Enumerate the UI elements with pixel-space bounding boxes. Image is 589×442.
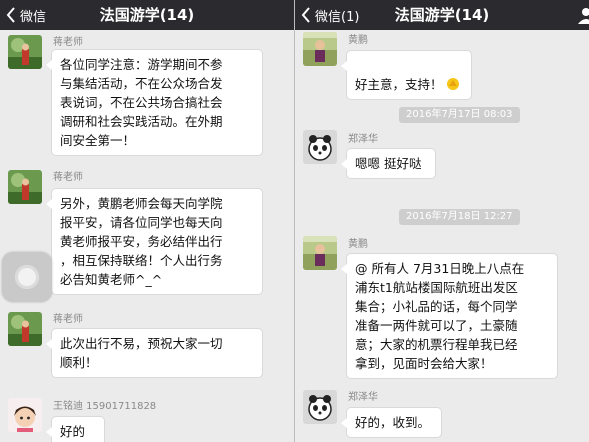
sender-name: 蒋老师 [53,172,83,183]
avatar-huang-peng[interactable] [303,236,337,270]
message-text: 好主意，支持！ [355,77,443,92]
message-bubble[interactable]: @ 所有人 7月31日晚上八点在 浦东t1航站楼国际航班出发区 集合；小礼品的话… [341,253,558,379]
timestamp: 2016年7月18日 12:27 [399,209,520,225]
avatar-teacher-jiang[interactable] [8,35,42,69]
sender-name: 郑泽华 [348,392,378,403]
group-info-icon[interactable] [577,6,589,24]
sender-name: 蒋老师 [53,314,83,325]
avatar-teacher-jiang[interactable] [8,170,42,204]
sender-name: 黄鹏 [348,35,368,46]
back-button[interactable]: 微信 [6,0,46,30]
right-chat-pane: 微信(1) 法国游学(14) 黄鹏 好主意，支持！ 2016年7月17日 08:… [295,0,589,442]
avatar-wang-mingdi[interactable] [8,398,42,432]
avatar-teacher-jiang[interactable] [8,312,42,346]
message-bubble[interactable]: 嗯嗯 挺好哒 [341,148,436,179]
sender-name: 黄鹏 [348,239,368,250]
chevron-left-icon [301,7,310,23]
sender-name: 蒋老师 [53,37,83,48]
sender-name: 郑泽华 [348,134,378,145]
back-label: 微信 [20,9,47,25]
timestamp: 2016年7月17日 08:03 [399,107,520,123]
back-button[interactable]: 微信(1) [301,0,359,30]
nav-bar: 微信 法国游学(14) [0,0,294,30]
message-bubble[interactable]: 好主意，支持！ [341,50,472,100]
assistive-touch-button[interactable] [2,252,52,302]
avatar-zheng-zehua[interactable] [303,390,337,424]
message-bubble[interactable]: 此次出行不易，预祝大家一切 顺利！ [46,328,263,378]
sender-name: 王铭迪 15901711828 [53,401,157,412]
back-label: 微信(1) [315,9,360,25]
message-bubble[interactable]: 好的，收到。 [341,407,442,438]
avatar-huang-peng[interactable] [303,32,337,66]
message-bubble[interactable]: 好的 [46,416,105,442]
left-chat-pane: 微信 法国游学(14) 蒋老师 各位同学注意：游学期间不参 与集结活动，不在公众… [0,0,294,442]
applause-emoji-icon [446,78,459,90]
chevron-left-icon [6,7,15,23]
message-bubble[interactable]: 各位同学注意：游学期间不参 与集结活动，不在公众场合发 表说词，不在公共场合搞社… [46,49,263,156]
nav-bar: 微信(1) 法国游学(14) [295,0,589,30]
message-bubble[interactable]: 另外，黄鹏老师会每天向学院 报平安，请各位同学也每天向 黄老师报平安，务必结伴出… [46,188,263,295]
avatar-zheng-zehua[interactable] [303,130,337,164]
